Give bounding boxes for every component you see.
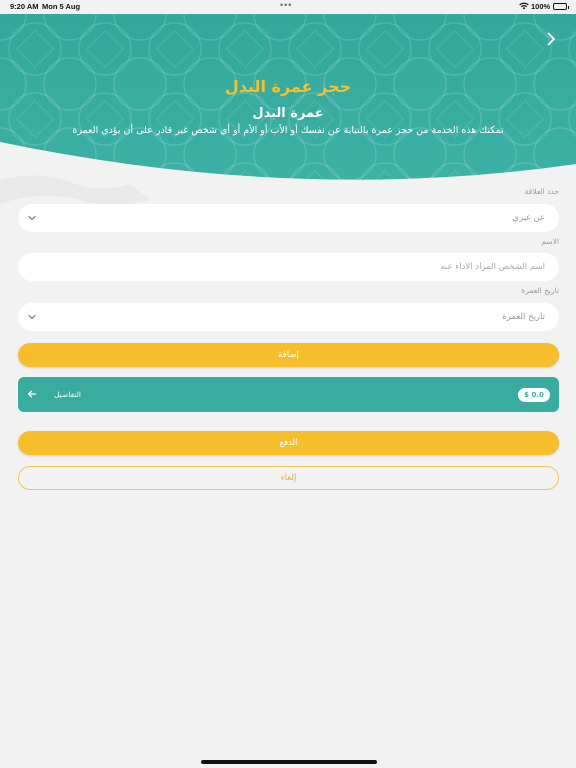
umrah-date-select[interactable]: تاريخ العمرة <box>18 303 559 331</box>
home-indicator[interactable] <box>201 760 377 764</box>
page-title: حجز عمرة البدل <box>224 77 352 96</box>
pay-button[interactable]: الدفع <box>18 431 559 455</box>
wifi-icon <box>519 2 529 12</box>
header-pattern-background <box>0 14 576 180</box>
multitasking-dots[interactable]: ••• <box>280 0 292 10</box>
battery-icon <box>553 3 569 10</box>
name-label: الاسم <box>541 237 559 246</box>
battery-percent: 100% <box>531 2 551 11</box>
price-badge: $ 0.0 <box>518 388 550 402</box>
relation-select[interactable]: عن غيري <box>18 204 559 232</box>
header-banner: حجز عمرة البدل عمرة البدل تمكنك هذه الخد… <box>0 14 576 184</box>
details-link[interactable]: التفاصيل <box>54 377 81 412</box>
service-title: عمرة البدل <box>252 106 324 121</box>
details-card: $ 0.0 التفاصيل <box>18 377 559 412</box>
arrow-left-icon[interactable] <box>27 389 37 399</box>
relation-value: عن غيري <box>512 213 545 223</box>
status-date: Mon 5 Aug <box>42 2 81 11</box>
status-time: 9:20 AM <box>10 2 39 11</box>
status-bar: 9:20 AM Mon 5 Aug ••• 100% <box>0 0 576 14</box>
add-button[interactable]: إضافة <box>18 343 559 367</box>
umrah-date-label: تاريخ العمرة <box>521 286 559 295</box>
chevron-down-icon <box>28 215 36 221</box>
umrah-date-value: تاريخ العمرة <box>502 312 545 322</box>
name-field-container <box>18 253 559 281</box>
relation-label: حدد العلاقة <box>524 187 559 196</box>
cancel-button[interactable]: إلغاء <box>18 466 559 490</box>
name-input[interactable] <box>65 253 545 281</box>
back-chevron-icon[interactable] <box>543 31 559 47</box>
service-description: تمكنك هذه الخدمة من حجز عمرة بالنيابة عن… <box>72 125 504 136</box>
chevron-down-icon <box>28 314 36 320</box>
